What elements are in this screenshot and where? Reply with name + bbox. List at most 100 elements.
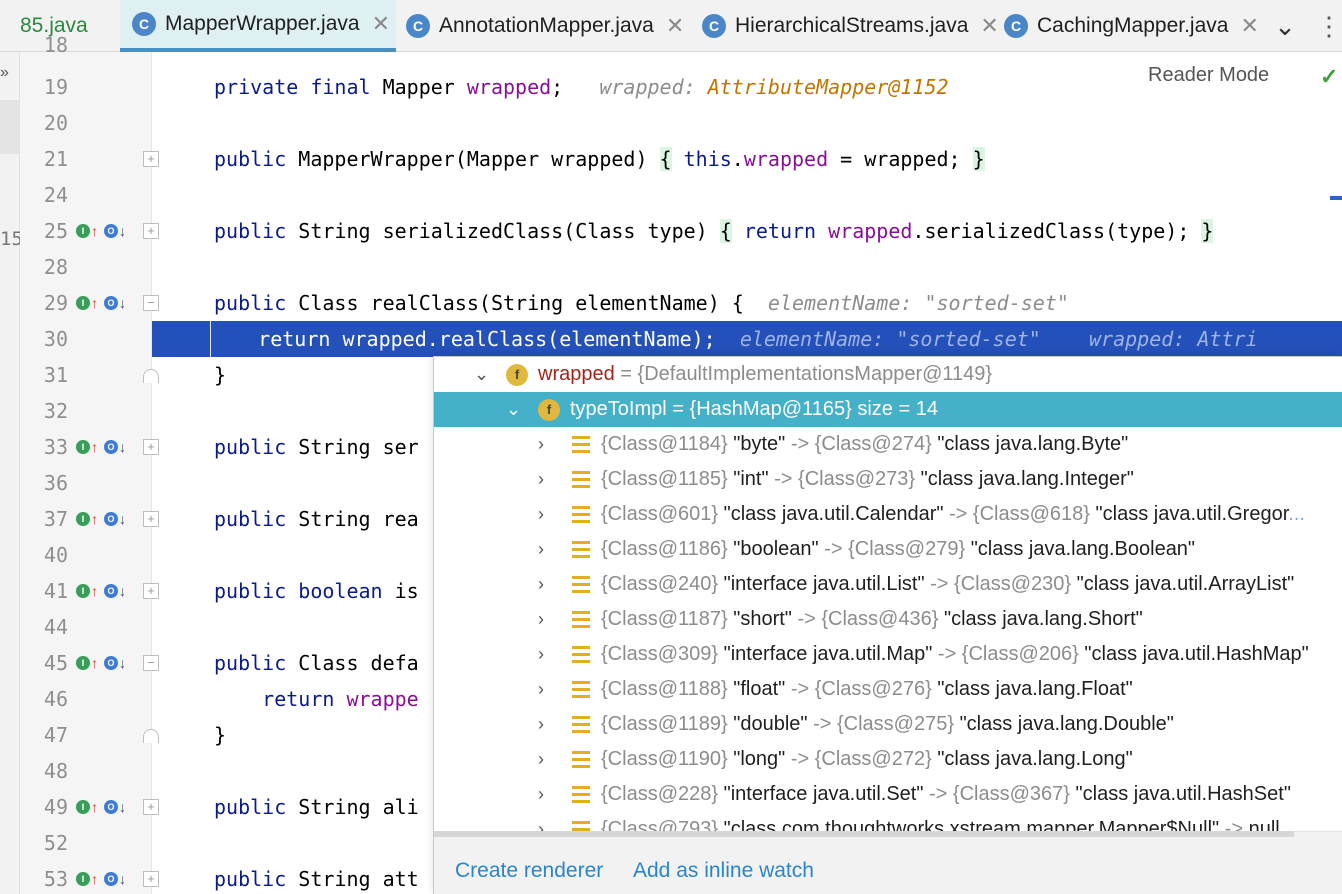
chevron-right-icon[interactable]: › — [538, 434, 544, 455]
chevron-right-icon[interactable]: › — [538, 784, 544, 805]
entry-key-ref: {Class@601} — [601, 503, 719, 525]
close-icon[interactable]: ✕ — [980, 13, 998, 39]
arrow-down-icon: ↓ — [119, 655, 126, 671]
implements-icon[interactable]: I — [76, 872, 90, 886]
overrides-icon[interactable]: O — [104, 440, 118, 454]
gutter-line: 25 I ↑ O ↓ + — [0, 213, 159, 249]
close-icon[interactable]: ✕ — [666, 13, 684, 39]
entry-arrow: -> — [937, 643, 957, 665]
implements-icon[interactable]: I — [76, 800, 90, 814]
tab-annotationmapper-java[interactable]: C AnnotationMapper.java ✕ — [396, 0, 696, 52]
close-icon[interactable]: ✕ — [1240, 13, 1258, 39]
gutter-line: 28 — [0, 249, 152, 285]
code-token: String ali — [298, 795, 419, 819]
entry-key: "boolean" — [727, 538, 825, 560]
chevron-right-icon[interactable]: › — [538, 749, 544, 770]
entry-arrow: -> — [930, 573, 949, 595]
override-icons[interactable]: I ↑ O ↓ — [76, 511, 128, 527]
overrides-icon[interactable]: O — [104, 656, 118, 670]
override-icons[interactable]: I ↑ O ↓ — [76, 583, 128, 599]
entry-key: "class java.util.Calendar" — [718, 503, 950, 525]
overrides-icon[interactable]: O — [104, 584, 118, 598]
override-icons[interactable]: I ↑ O ↓ — [76, 799, 128, 815]
reader-mode-button[interactable]: Reader Mode — [1148, 64, 1269, 87]
line-number: 24 — [43, 183, 68, 207]
code-token: String ser — [298, 435, 419, 459]
code-line[interactable]: public String serializedClass(Class type… — [152, 213, 1342, 249]
chevron-right-icon[interactable]: › — [538, 469, 544, 490]
implements-icon[interactable]: I — [76, 584, 90, 598]
entry-arrow: -> — [790, 678, 810, 700]
implements-icon[interactable]: I — [76, 512, 90, 526]
line-number: 21 — [43, 147, 68, 171]
add-inline-watch-link[interactable]: Add as inline watch — [633, 859, 814, 883]
overrides-icon[interactable]: O — [104, 800, 118, 814]
chevron-right-icon[interactable]: › — [538, 609, 544, 630]
line-number: 41 — [43, 579, 68, 603]
override-icons[interactable]: I ↑ O ↓ — [76, 655, 128, 671]
chevron-right-icon[interactable]: › — [538, 574, 544, 595]
tree-row-wrapped[interactable]: ⌄ f wrapped = {DefaultImplementationsMap… — [434, 357, 1342, 392]
chevron-right-icon[interactable]: › — [538, 679, 544, 700]
implements-icon[interactable]: I — [76, 440, 90, 454]
map-entry-row[interactable]: › {Class@1184} "byte" -> {Class@274} "cla… — [434, 427, 1342, 462]
overrides-icon[interactable]: O — [104, 224, 118, 238]
create-renderer-link[interactable]: Create renderer — [455, 859, 603, 883]
map-entry-row[interactable]: › {Class@1190} "long" -> {Class@272} "cla… — [434, 742, 1342, 777]
map-entry-row[interactable]: › {Class@228} "interface java.util.Set" -… — [434, 777, 1342, 812]
gutter-line: 53 I ↑ O ↓ + — [0, 861, 159, 894]
close-icon[interactable]: ✕ — [372, 11, 390, 37]
override-icons[interactable]: I ↑ O ↓ — [76, 871, 128, 887]
override-icons[interactable]: I ↑ O ↓ — [76, 223, 128, 239]
implements-icon[interactable]: I — [76, 296, 90, 310]
override-icons[interactable]: I ↑ O ↓ — [76, 439, 128, 455]
entry-key: "long" — [727, 748, 791, 770]
code-line[interactable] — [152, 249, 1342, 285]
code-line[interactable] — [152, 177, 1342, 213]
map-entry-icon — [572, 681, 590, 698]
map-entry-row[interactable]: › {Class@240} "interface java.util.List" … — [434, 567, 1342, 602]
code-line[interactable] — [152, 105, 1342, 141]
implements-icon[interactable]: I — [76, 656, 90, 670]
code-token: is — [394, 579, 419, 603]
tab-cachingmapper-java[interactable]: C CachingMapper.java ✕ — [1000, 0, 1262, 52]
chevron-down-icon[interactable]: ⌄ — [506, 399, 521, 420]
entry-val-ref: {Class@230} — [948, 573, 1072, 595]
code-token: this — [683, 147, 732, 171]
chevron-right-icon[interactable]: › — [538, 644, 544, 665]
override-icons[interactable]: I ↑ O ↓ — [76, 295, 128, 311]
implements-icon[interactable]: I — [76, 224, 90, 238]
arrow-down-icon: ↓ — [119, 439, 126, 455]
map-entry-row[interactable]: › {Class@1187} "short" -> {Class@436} "cl… — [434, 602, 1342, 637]
chevron-right-icon[interactable]: › — [538, 714, 544, 735]
code-line[interactable]: public MapperWrapper(Mapper wrapped) { t… — [152, 141, 1342, 177]
chevron-down-icon[interactable]: ⌄ — [1262, 0, 1308, 52]
chevron-right-icon[interactable]: › — [538, 539, 544, 560]
code-token: String serializedClass(Class type) — [298, 219, 720, 243]
map-entry-row[interactable]: › {Class@1186} "boolean" -> {Class@279} "… — [434, 532, 1342, 567]
chevron-right-icon[interactable]: › — [538, 504, 544, 525]
tab-hierarchicalstreams-java[interactable]: C HierarchicalStreams.java ✕ — [696, 0, 1000, 52]
chevron-down-icon[interactable]: ⌄ — [474, 364, 489, 385]
entry-val-ref: {Class@279} — [842, 538, 966, 560]
horizontal-scrollbar[interactable] — [434, 831, 1294, 837]
map-entry-row[interactable]: › {Class@1188} "float" -> {Class@276} "cl… — [434, 672, 1342, 707]
map-entry-row[interactable]: › {Class@1185} "int" -> {Class@273} "clas… — [434, 462, 1342, 497]
java-class-icon: C — [702, 14, 726, 38]
map-entry-row[interactable]: › {Class@1189} "double" -> {Class@275} "c… — [434, 707, 1342, 742]
code-line-current[interactable]: return wrapped.realClass(elementName); e… — [152, 321, 1342, 357]
map-entry-row[interactable]: › {Class@601} "class java.util.Calendar" … — [434, 497, 1342, 532]
gutter-line: 47 — [0, 717, 159, 753]
editor-tab-bar: 85.java C MapperWrapper.java ✕ C Annotat… — [0, 0, 1342, 52]
code-line[interactable]: public Class realClass(String elementNam… — [152, 285, 1342, 321]
overrides-icon[interactable]: O — [104, 296, 118, 310]
entry-text: {Class@1186} "boolean" -> {Class@279} "c… — [601, 538, 1195, 561]
overrides-icon[interactable]: O — [104, 512, 118, 526]
more-options-icon[interactable]: ⋮ — [1316, 0, 1342, 52]
overrides-icon[interactable]: O — [104, 872, 118, 886]
tab-mapperwrapper-java[interactable]: C MapperWrapper.java ✕ — [120, 0, 396, 52]
entry-key: "interface java.util.List" — [718, 573, 931, 595]
map-entry-row[interactable]: › {Class@309} "interface java.util.Map" -… — [434, 637, 1342, 672]
gutter-line: 49 I ↑ O ↓ + — [0, 789, 159, 825]
tree-row-typetoimpl[interactable]: ⌄ f typeToImpl = {HashMap@1165} size = 1… — [434, 392, 1342, 427]
